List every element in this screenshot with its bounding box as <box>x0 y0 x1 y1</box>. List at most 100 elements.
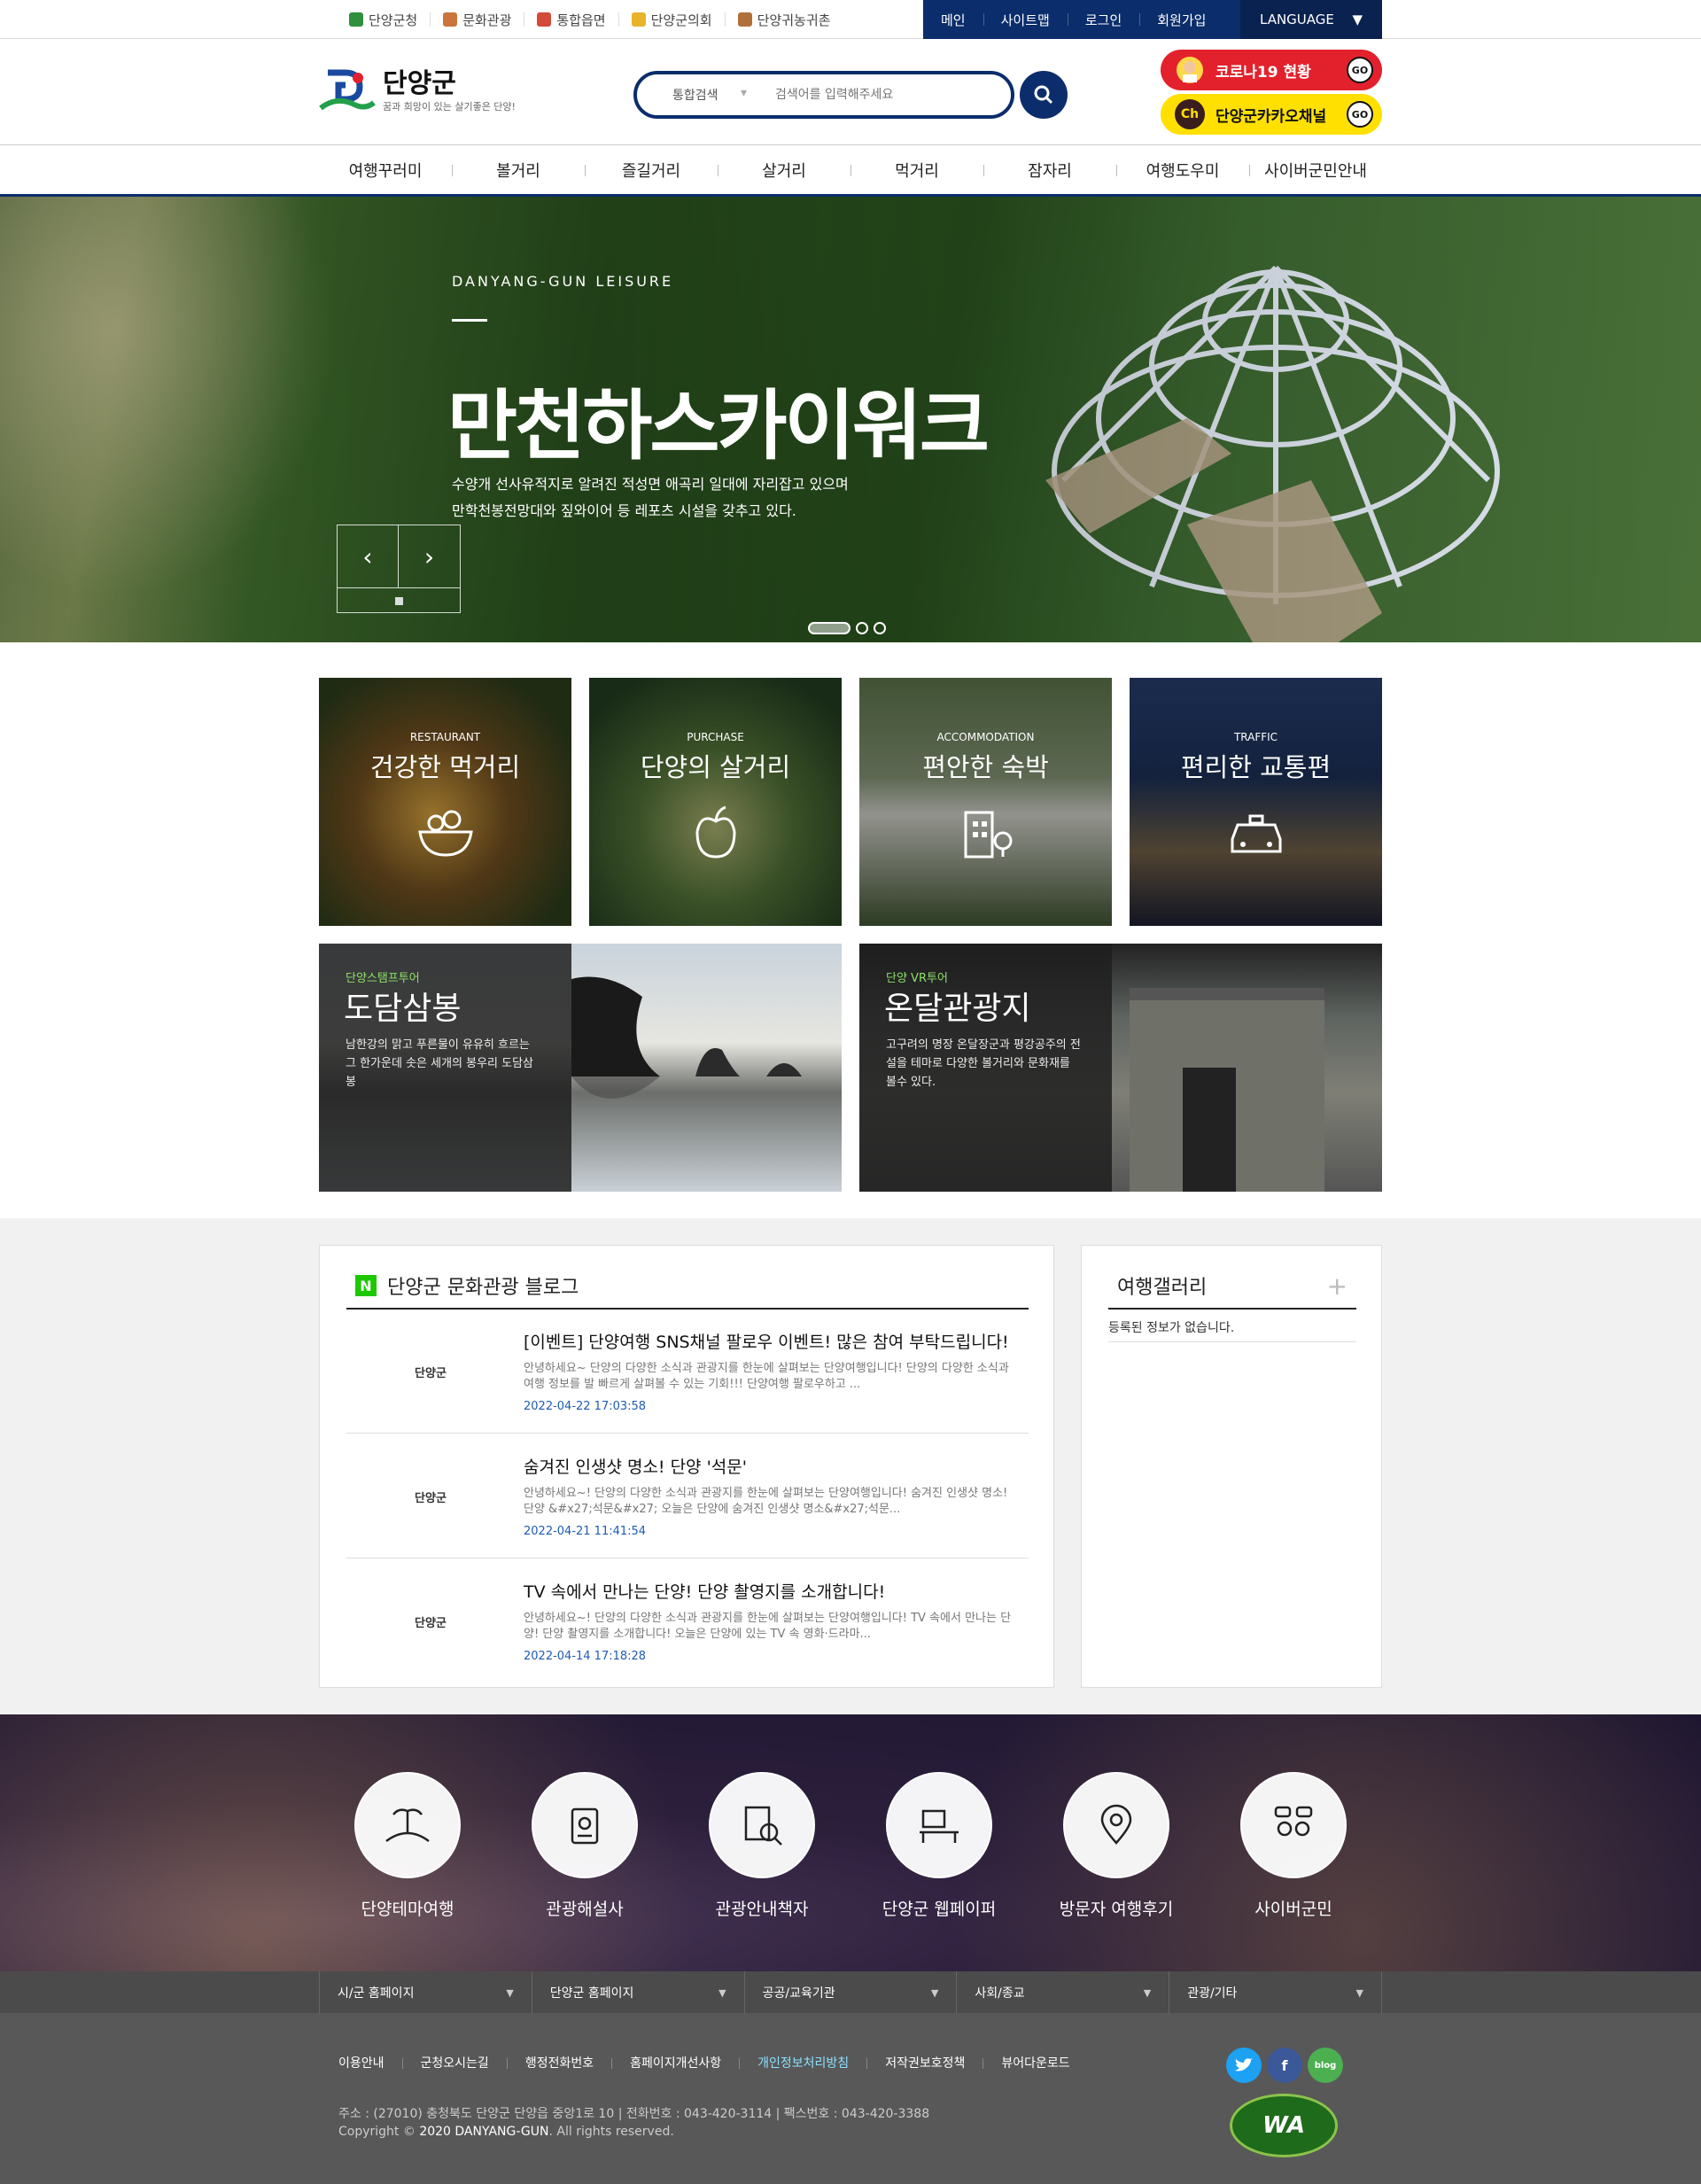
town-icon <box>537 12 552 27</box>
slide-dot[interactable] <box>808 622 850 634</box>
dodamsambong-image <box>571 976 802 1099</box>
triangle-down-icon: ▼ <box>1352 12 1363 27</box>
hero-slider: DANYANG-GUN LEISURE 만천하스카이워크 수양개 선사유적지로 … <box>0 197 1701 642</box>
stop-icon <box>394 596 403 605</box>
chevron-right-icon: › <box>423 541 435 571</box>
link-danyang-office[interactable]: 단양군청 <box>337 12 431 28</box>
slide-indicators <box>808 622 886 634</box>
naver-icon: N <box>355 1275 377 1296</box>
post-title[interactable]: TV 속에서 만나는 단양! 단양 촬영지를 소개합니다! <box>524 1579 1020 1603</box>
quick-guide[interactable]: 관광해설사 <box>532 1772 638 1920</box>
quick-webpaper[interactable]: 단양군 웹페이퍼 <box>882 1772 996 1920</box>
search-category-select[interactable]: 통합검색 ▾ <box>672 86 761 104</box>
blog-post[interactable]: 단양군 [이벤트] 단양여행 SNS채널 팔로우 이벤트! 많은 참여 부탁드립… <box>346 1310 1029 1434</box>
gnb-shopping[interactable]: 살거리 <box>718 145 850 194</box>
island-icon <box>385 1808 430 1843</box>
people-chat-icon <box>1274 1806 1313 1837</box>
gallery-panel: 여행갤러리 + 등록된 정보가 없습니다. <box>1081 1245 1382 1688</box>
plus-icon[interactable]: + <box>1327 1271 1348 1301</box>
header: 단양군 꿈과 희망이 있는 살기좋은 단양! 통합검색▾ 코로나19 현황 GO… <box>0 39 1701 145</box>
gnb-lodging[interactable]: 잠자리 <box>983 145 1116 194</box>
triangle-down-icon: ▼ <box>1143 1986 1152 1999</box>
nav-login[interactable]: 로그인 <box>1067 0 1139 39</box>
prev-slide-button[interactable]: ‹ <box>338 525 399 587</box>
card-accommodation[interactable]: ACCOMMODATION 편안한 숙박 <box>859 678 1112 926</box>
quick-cyber-citizen[interactable]: 사이버군민 <box>1240 1772 1347 1920</box>
post-title[interactable]: 숨겨진 인생샷 명소! 단양 '석문' <box>524 1454 1020 1478</box>
feature-ondal[interactable]: 단양 VR투어 온달관광지 고구려의 명장 온달장군과 평강공주의 전설을 테마… <box>859 944 1382 1192</box>
family-select-public[interactable]: 공공/교육기관 ▼ <box>745 1971 958 2014</box>
card-purchase[interactable]: PURCHASE 단양의 살거리 <box>589 678 842 926</box>
doctor-icon <box>1177 57 1203 83</box>
post-thumbnail: 단양군 <box>415 1366 447 1380</box>
covid-status-button[interactable]: 코로나19 현황 GO <box>1161 50 1382 90</box>
family-links: 단양군청 문화관광 통합읍면 단양군의회 단양귀농귀촌 <box>337 0 843 39</box>
stop-slide-button[interactable] <box>338 587 460 613</box>
footer-copyright: Copyright © 2020 DANYANG-GUN. All rights… <box>338 2125 674 2139</box>
post-date: 2022-04-21 11:41:54 <box>524 1525 647 1538</box>
footer-address: 주소 : (27010) 충청북도 단양군 단양읍 중앙1로 10 | 전화번호… <box>338 2107 930 2121</box>
gnb-cyber-citizen[interactable]: 사이버군민안내 <box>1249 145 1382 194</box>
blog-post[interactable]: 단양군 숨겨진 인생샷 명소! 단양 '석문' 안녕하세요~! 단양의 다양한 … <box>346 1434 1029 1558</box>
gnb-travel-package[interactable]: 여행꾸러미 <box>319 145 452 194</box>
slide-dot[interactable] <box>856 622 868 634</box>
post-desc: 안녕하세요~! 단양의 다양한 소식과 관광지를 한눈에 살펴보는 단양여행입니… <box>524 1612 1012 1641</box>
quick-brochure[interactable]: 관광안내책자 <box>709 1772 815 1920</box>
taxi-icon <box>1231 814 1282 853</box>
feature-dodamsambong[interactable]: 단양스탬프투어 도담삼봉 남한강의 맑고 푸른물이 유유히 흐르는 그 한가운데… <box>319 944 842 1192</box>
social-links: f blog <box>1226 2048 1343 2083</box>
blog-icon[interactable]: blog <box>1308 2048 1343 2083</box>
link-culture-tour[interactable]: 문화관광 <box>431 12 525 28</box>
family-select-danyang[interactable]: 단양군 홈페이지 ▼ <box>532 1971 745 2014</box>
footer-link-copyright[interactable]: 저작권보호정책 <box>866 2057 983 2070</box>
search-input[interactable] <box>775 88 988 102</box>
gnb-travel-helper[interactable]: 여행도우미 <box>1116 145 1249 194</box>
post-thumbnail: 단양군 <box>415 1616 447 1630</box>
link-farming[interactable]: 단양귀농귀촌 <box>726 12 843 28</box>
post-title[interactable]: [이벤트] 단양여행 SNS채널 팔로우 이벤트! 많은 참여 부탁드립니다! <box>524 1329 1020 1353</box>
gnb-food[interactable]: 먹거리 <box>850 145 983 194</box>
link-council[interactable]: 단양군의회 <box>619 12 726 28</box>
apple-icon <box>695 805 736 859</box>
nav-sitemap[interactable]: 사이트맵 <box>983 0 1068 39</box>
gnb-sights[interactable]: 볼거리 <box>452 145 585 194</box>
id-badge-icon <box>571 1807 599 1845</box>
footer-link-viewer[interactable]: 뷰어다운로드 <box>983 2057 1087 2070</box>
facebook-icon[interactable]: f <box>1267 2048 1302 2083</box>
search-button[interactable] <box>1020 71 1068 119</box>
footer-link-privacy[interactable]: 개인정보처리방침 <box>739 2057 866 2070</box>
blog-post[interactable]: 단양군 TV 속에서 만나는 단양! 단양 촬영지를 소개합니다! 안녕하세요~… <box>346 1559 1029 1683</box>
footer-link-directions[interactable]: 군청오시는길 <box>401 2057 507 2070</box>
document-search-icon <box>744 1806 782 1846</box>
post-date: 2022-04-22 17:03:58 <box>524 1400 647 1413</box>
footer-link-phone[interactable]: 행정전화번호 <box>506 2057 611 2070</box>
logo-mark-icon <box>319 69 376 111</box>
nav-join[interactable]: 회원가입 <box>1139 0 1223 39</box>
farm-icon <box>737 12 752 27</box>
building-icon <box>964 811 1013 859</box>
feature-title: 도담삼봉 <box>344 991 462 1027</box>
card-restaurant[interactable]: RESTAURANT 건강한 먹거리 <box>319 678 571 926</box>
quick-reviews[interactable]: 방문자 여행후기 <box>1060 1772 1173 1920</box>
logo-slogan: 꿈과 희망이 있는 살기좋은 단양! <box>383 101 516 113</box>
nav-main[interactable]: 메인 <box>923 0 983 39</box>
next-slide-button[interactable]: › <box>399 525 460 587</box>
gnb-activities[interactable]: 즐길거리 <box>585 145 718 194</box>
language-select[interactable]: LANGUAGE ▼ <box>1240 0 1382 39</box>
triangle-down-icon: ▼ <box>1355 1986 1363 1999</box>
slide-dot[interactable] <box>874 622 886 634</box>
family-select-social[interactable]: 사회/종교 ▼ <box>957 1971 1170 2014</box>
family-select-city[interactable]: 시/군 홈페이지 ▼ <box>320 1971 532 2014</box>
logo[interactable]: 단양군 꿈과 희망이 있는 살기좋은 단양! <box>319 64 516 119</box>
twitter-icon[interactable] <box>1226 2048 1262 2083</box>
kakao-channel-button[interactable]: Ch 단양군카카오채널 GO <box>1161 94 1382 135</box>
blog-title[interactable]: 단양군 문화관광 블로그 <box>387 1271 579 1300</box>
link-town[interactable]: 통합읍면 <box>524 12 619 28</box>
logo-title: 단양군 <box>383 68 456 99</box>
family-select-tour[interactable]: 관광/기타 ▼ <box>1169 1971 1382 2014</box>
footer-links: 이용안내 군청오시는길 행정전화번호 홈페이지개선사항 개인정보처리방침 저작권… <box>338 2057 1088 2070</box>
footer-link-feedback[interactable]: 홈페이지개선사항 <box>611 2057 739 2070</box>
quick-theme-tour[interactable]: 단양테마여행 <box>354 1772 461 1920</box>
card-traffic[interactable]: TRAFFIC 편리한 교통편 <box>1130 678 1382 926</box>
footer-link-usage[interactable]: 이용안내 <box>338 2057 402 2070</box>
